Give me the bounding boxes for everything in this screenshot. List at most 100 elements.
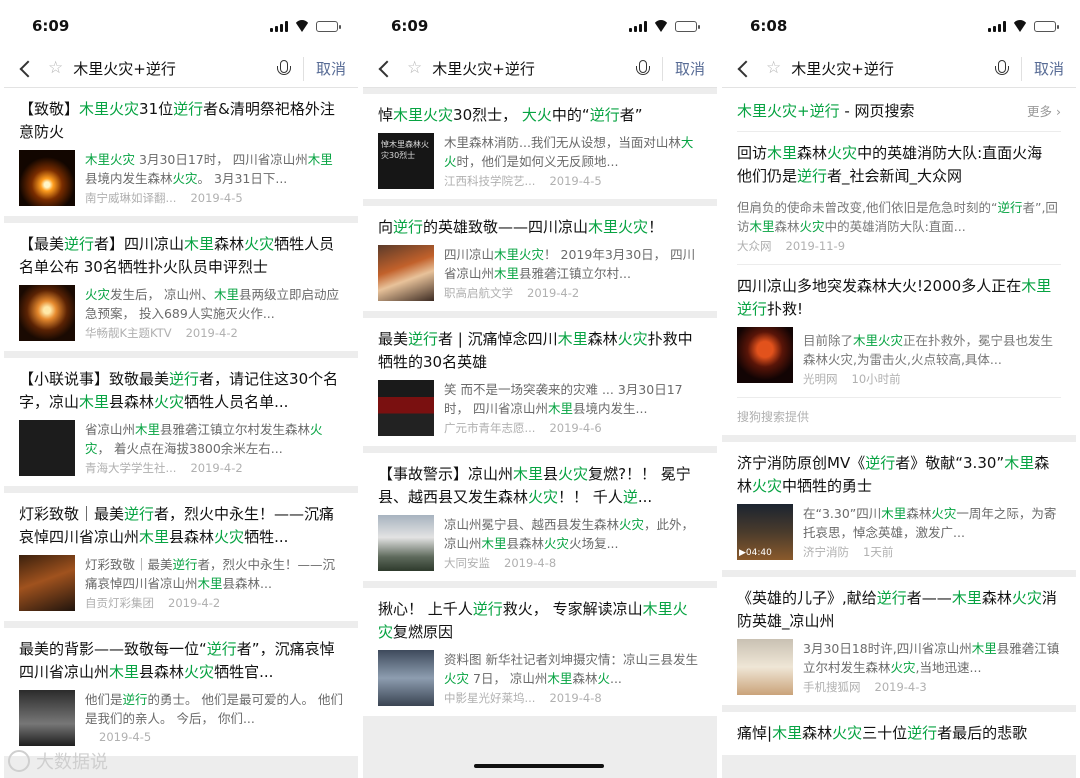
result-thumbnail[interactable] (378, 515, 434, 571)
watermark: 大数据说 (8, 748, 108, 774)
result-thumbnail[interactable]: 悼木里森林火灾30烈士 (378, 133, 434, 189)
signal-icon (629, 20, 647, 32)
result-title[interactable]: 《英雄的儿子》,献给逆行者——木里森林火灾消防英雄_凉山州 (737, 587, 1061, 633)
result-source: 青海大学学生社... (85, 461, 177, 475)
result-title[interactable]: 悼木里火灾30烈士， 大火中的“逆行者” (378, 104, 702, 127)
web-result[interactable]: 四川凉山多地突发森林大火!2000多人正在木里逆行扑救! 目前除了木里火灾正在扑救… (737, 275, 1061, 387)
result-source: 济宁消防 (803, 545, 849, 559)
web-result-meta: 光明网 10小时前 (803, 372, 901, 386)
web-result-title[interactable]: 回访木里森林火灾中的英雄消防大队:直面火海 他们仍是逆行者_社会新闻_大众网 (737, 142, 1061, 188)
result-snippet: 资料图 新华社记者刘坤摄灾情：凉山三县发生火灾 7日， 凉山州木里森林火... (444, 652, 698, 686)
result-card[interactable]: 【小联说事】致敬最美逆行者，请记住这30个名字，凉山木里县森林火灾牺牲人员名单.… (4, 358, 358, 486)
microphone-icon[interactable] (635, 59, 650, 78)
status-time: 6:09 (391, 17, 429, 35)
result-date: 2019-4-6 (549, 421, 602, 435)
result-thumbnail[interactable] (378, 380, 434, 436)
microphone-icon[interactable] (276, 59, 291, 78)
result-date: 2019-4-3 (874, 680, 927, 694)
star-icon[interactable]: ☆ (48, 60, 63, 77)
result-thumbnail[interactable] (19, 150, 75, 206)
results-list: 悼木里火灾30烈士， 大火中的“逆行者” 悼木里森林火灾30烈士 木里森林消防...… (363, 94, 717, 716)
result-date: 2019-4-8 (549, 691, 602, 705)
result-snippet: 笑 而不是一场突袭来的灾难 ... 3月30日17时， 四川省凉山州木里县境内发… (444, 382, 683, 416)
star-icon[interactable]: ☆ (407, 60, 422, 77)
logo-icon (8, 750, 30, 772)
result-meta: 自贡灯彩集团 2019-4-2 (85, 595, 343, 611)
microphone-icon[interactable] (994, 59, 1009, 78)
result-date: 2019-4-2 (185, 326, 238, 340)
home-indicator[interactable] (474, 764, 604, 768)
result-thumbnail[interactable] (19, 690, 75, 746)
web-result-title[interactable]: 四川凉山多地突发森林大火!2000多人正在木里逆行扑救! (737, 275, 1061, 321)
result-thumbnail[interactable] (19, 285, 75, 341)
result-card[interactable]: 《英雄的儿子》,献给逆行者——木里森林火灾消防英雄_凉山州 3月30日18时许,四… (722, 577, 1076, 705)
result-title[interactable]: 痛悼|木里森林火灾三十位逆行者最后的悲歌 (737, 722, 1061, 745)
status-bar: 6:08 (722, 0, 1076, 50)
web-result[interactable]: 回访木里森林火灾中的英雄消防大队:直面火海 他们仍是逆行者_社会新闻_大众网 但肩… (737, 142, 1061, 254)
status-bar: 6:09 (363, 0, 717, 50)
cancel-button[interactable]: 取消 (316, 58, 346, 79)
results-list: 【致敬】木里火灾31位逆行者&清明祭祀格外注意防火 木里火灾 3月30日17时， … (4, 88, 358, 756)
result-card[interactable]: 【最美逆行者】四川凉山木里森林火灾牺牲人员名单公布 30名牺牲扑火队员申评烈士火… (4, 223, 358, 351)
result-snippet: 省凉山州木里县雅砻江镇立尔村发生森林火灾， 着火点在海拔3800余米左右... (85, 422, 323, 456)
result-thumbnail[interactable] (378, 245, 434, 301)
cancel-button[interactable]: 取消 (675, 58, 705, 79)
result-date: 2019-4-2 (527, 286, 580, 300)
phone-screen-2: 6:09 ☆ 木里火灾+逆行 取消 悼木里火灾30烈士， 大火中的“逆行者” 悼木… (363, 0, 717, 778)
battery-icon (675, 20, 700, 32)
result-card[interactable]: 灯彩致敬｜最美逆行者，烈火中永生！——沉痛哀悼四川省凉山州木里县森林火灾牺牲..… (4, 493, 358, 621)
result-thumbnail[interactable] (19, 555, 75, 611)
result-card[interactable]: 痛悼|木里森林火灾三十位逆行者最后的悲歌 (722, 712, 1076, 755)
star-icon[interactable]: ☆ (766, 60, 781, 77)
result-source: 南宁威琳如译翻... (85, 191, 177, 205)
chevron-right-icon: › (1056, 104, 1061, 119)
provider-note: 搜狗搜索提供 (737, 410, 810, 424)
result-date: 2019-4-2 (190, 461, 243, 475)
cancel-button[interactable]: 取消 (1034, 58, 1064, 79)
web-results: 回访木里森林火灾中的英雄消防大队:直面火海 他们仍是逆行者_社会新闻_大众网 但肩… (737, 131, 1061, 398)
result-title[interactable]: 最美的背影——致敬每一位“逆行者”，沉痛哀悼四川省凉山州木里县森林火灾牺牲官..… (19, 638, 343, 684)
search-input[interactable]: 木里火灾+逆行 (432, 58, 636, 79)
web-search-card: 木里火灾+逆行 - 网页搜索 更多 › 回访木里森林火灾中的英雄消防大队:直面火… (722, 88, 1076, 435)
result-card[interactable]: 【致敬】木里火灾31位逆行者&清明祭祀格外注意防火 木里火灾 3月30日17时， … (4, 88, 358, 216)
result-card[interactable]: 悼木里火灾30烈士， 大火中的“逆行者” 悼木里森林火灾30烈士 木里森林消防...… (363, 94, 717, 199)
result-title[interactable]: 【小联说事】致敬最美逆行者，请记住这30个名字，凉山木里县森林火灾牺牲人员名单.… (19, 368, 343, 414)
result-title[interactable]: 最美逆行者 | 沉痛悼念四川木里森林火灾扑救中牺牲的30名英雄 (378, 328, 702, 374)
result-meta: 华畅靓K主题KTV 2019-4-2 (85, 325, 343, 341)
back-icon[interactable] (378, 60, 396, 77)
result-thumbnail[interactable]: ▶04:40 (737, 504, 793, 560)
back-icon[interactable] (19, 60, 37, 77)
result-card[interactable]: 【事故警示】凉山州木里县火灾复燃?！！ 冕宁县、越西县又发生森林火灾！！ 千人逆… (363, 453, 717, 581)
result-meta: 济宁消防 1天前 (803, 544, 1061, 560)
result-thumbnail[interactable] (737, 639, 793, 695)
search-input[interactable]: 木里火灾+逆行 (73, 58, 277, 79)
back-icon[interactable] (737, 60, 755, 77)
result-card[interactable]: 揪心！ 上千人逆行救火， 专家解读凉山木里火灾复燃原因资料图 新华社记者刘坤摄灾… (363, 588, 717, 716)
result-snippet: 灯彩致敬｜最美逆行者，烈火中永生！——沉痛哀悼四川省凉山州木里县森林... (85, 557, 336, 591)
result-card[interactable]: 向逆行的英雄致敬——四川凉山木里火灾！ 四川凉山木里火灾！ 2019年3月30日，… (363, 206, 717, 311)
result-title[interactable]: 济宁消防原创MV《逆行者》敬献“3.30”木里森林火灾中牺牲的勇士 (737, 452, 1061, 498)
status-time: 6:08 (750, 17, 788, 35)
result-card[interactable]: 济宁消防原创MV《逆行者》敬献“3.30”木里森林火灾中牺牲的勇士 ▶04:40 在… (722, 442, 1076, 570)
search-input[interactable]: 木里火灾+逆行 (791, 58, 995, 79)
result-title[interactable]: 揪心！ 上千人逆行救火， 专家解读凉山木里火灾复燃原因 (378, 598, 702, 644)
more-link[interactable]: 更多 › (1027, 101, 1061, 120)
battery-icon (316, 20, 341, 32)
result-title[interactable]: 【致敬】木里火灾31位逆行者&清明祭祀格外注意防火 (19, 98, 343, 144)
result-thumbnail[interactable] (737, 327, 793, 383)
battery-icon (1034, 20, 1059, 32)
result-title[interactable]: 【最美逆行者】四川凉山木里森林火灾牺牲人员名单公布 30名牺牲扑火队员申评烈士 (19, 233, 343, 279)
result-title[interactable]: 【事故警示】凉山州木里县火灾复燃?！！ 冕宁县、越西县又发生森林火灾！！ 千人逆… (378, 463, 702, 509)
result-thumbnail[interactable] (19, 420, 75, 476)
result-thumbnail[interactable] (378, 650, 434, 706)
result-snippet: 在“3.30”四川木里森林火灾一周年之际，为寄托哀思，悼念英雄，激发广... (803, 506, 1057, 540)
result-meta: 大同安监 2019-4-8 (444, 555, 702, 571)
result-title[interactable]: 向逆行的英雄致敬——四川凉山木里火灾！ (378, 216, 702, 239)
result-card[interactable]: 最美逆行者 | 沉痛悼念四川木里森林火灾扑救中牺牲的30名英雄笑 而不是一场突袭… (363, 318, 717, 446)
phone-screen-1: 6:09 ☆ 木里火灾+逆行 取消 【致敬】木里火灾31位逆行者&清明祭祀格外注… (4, 0, 358, 778)
result-date: 2019-4-5 (549, 174, 602, 188)
result-meta: 2019-4-5 (85, 730, 343, 744)
result-card[interactable]: 最美的背影——致敬每一位“逆行者”，沉痛哀悼四川省凉山州木里县森林火灾牺牲官..… (4, 628, 358, 756)
result-title[interactable]: 灯彩致敬｜最美逆行者，烈火中永生！——沉痛哀悼四川省凉山州木里县森林火灾牺牲..… (19, 503, 343, 549)
result-meta: 中影星光好莱坞... 2019-4-8 (444, 690, 702, 706)
